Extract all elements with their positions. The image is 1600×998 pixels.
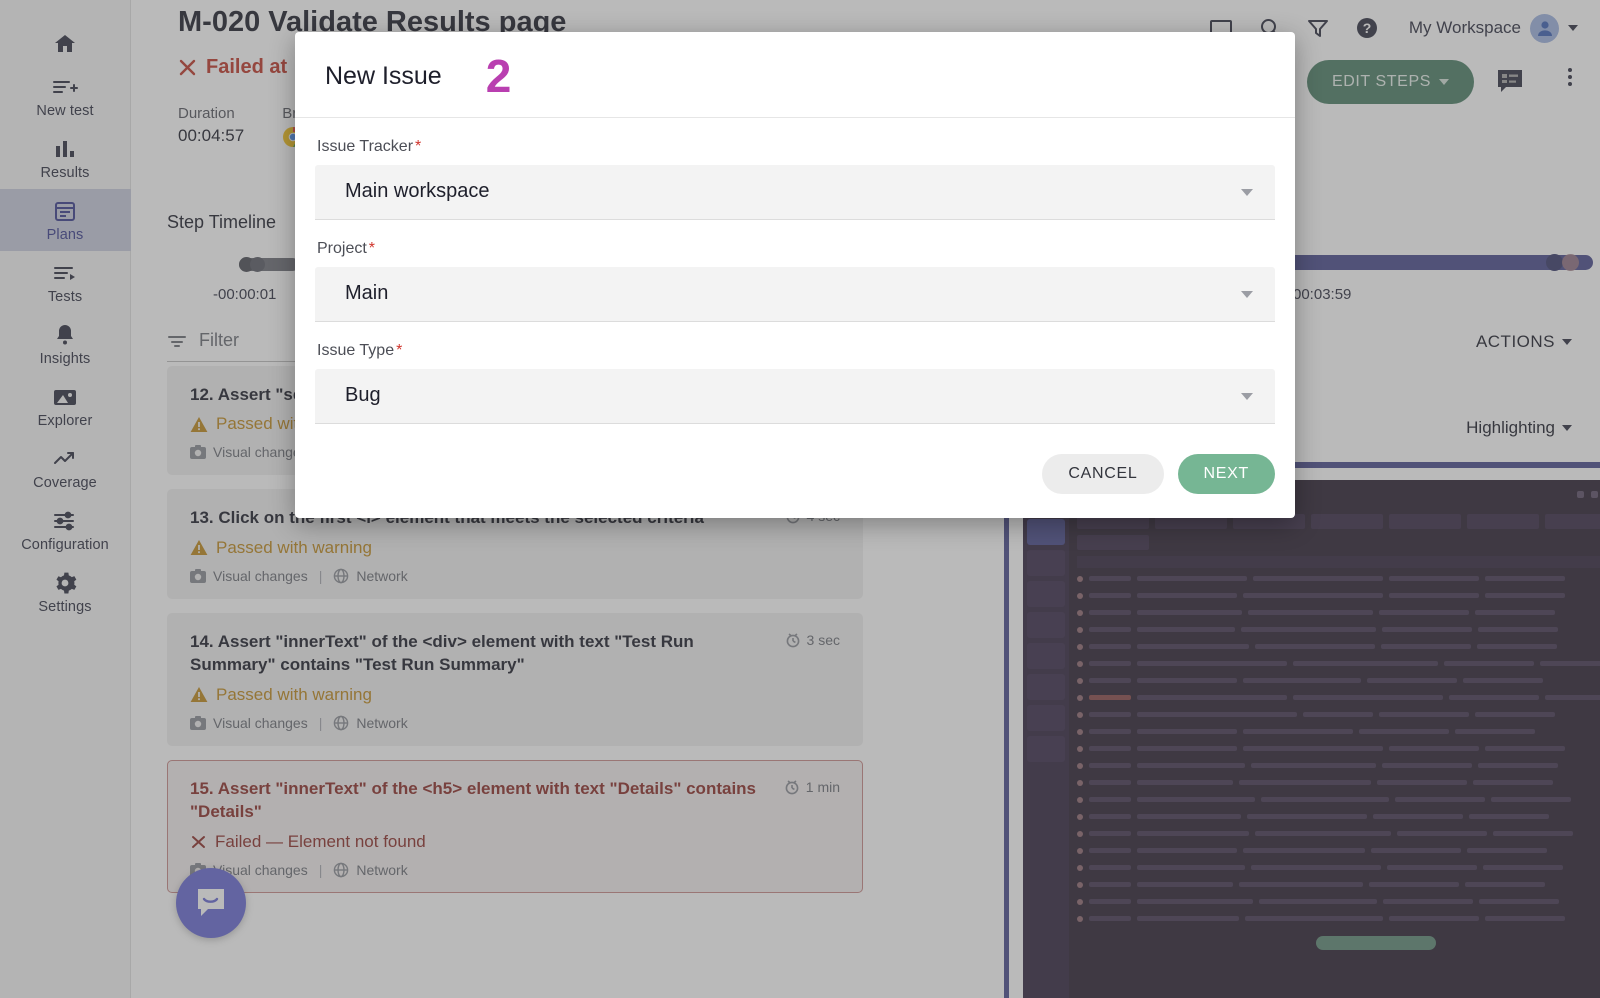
next-button[interactable]: NEXT (1178, 454, 1275, 494)
modal-body: Issue Tracker* Main workspace Project* M… (295, 118, 1295, 448)
cancel-button[interactable]: CANCEL (1042, 454, 1163, 494)
new-issue-modal: New Issue 2 Issue Tracker* Main workspac… (295, 32, 1295, 518)
issue-type-label: Issue Type* (315, 342, 1275, 360)
field-project: Project* Main (315, 240, 1275, 322)
required-marker: * (415, 138, 421, 155)
modal-header: New Issue 2 (295, 32, 1295, 118)
project-value: Main (345, 282, 388, 305)
issue-type-select[interactable]: Bug (315, 369, 1275, 424)
app-root: New test Results Plans (0, 0, 1600, 998)
field-issue-type: Issue Type* Bug (315, 342, 1275, 424)
issue-tracker-value: Main workspace (345, 180, 490, 203)
project-label: Project* (315, 240, 1275, 258)
issue-type-value: Bug (345, 384, 381, 407)
chevron-down-icon (1241, 291, 1253, 298)
step-badge: 2 (486, 58, 512, 95)
project-select[interactable]: Main (315, 267, 1275, 322)
field-issue-tracker: Issue Tracker* Main workspace (315, 138, 1275, 220)
chevron-down-icon (1241, 189, 1253, 196)
label-text: Issue Type (317, 342, 394, 359)
issue-tracker-label: Issue Tracker* (315, 138, 1275, 156)
chevron-down-icon (1241, 393, 1253, 400)
modal-footer: CANCEL NEXT (295, 448, 1295, 518)
modal-title: New Issue (325, 62, 442, 91)
issue-tracker-select[interactable]: Main workspace (315, 165, 1275, 220)
label-text: Project (317, 240, 367, 257)
required-marker: * (369, 240, 375, 257)
required-marker: * (396, 342, 402, 359)
label-text: Issue Tracker (317, 138, 413, 155)
